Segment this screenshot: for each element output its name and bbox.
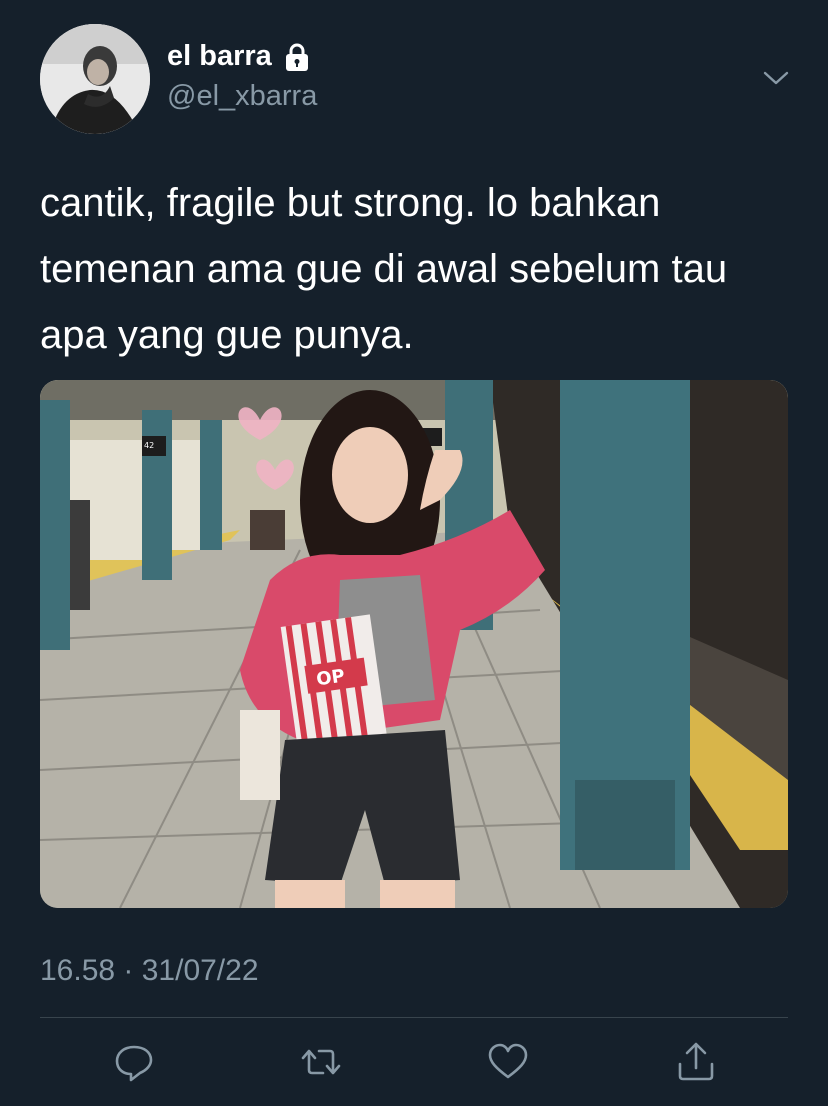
timestamp[interactable]: 16.58 · 31/07/22	[40, 954, 259, 988]
heart-icon	[488, 1043, 528, 1079]
like-button[interactable]	[486, 1040, 530, 1084]
subway-photo: 42 OP	[40, 380, 788, 908]
tweet: el barra @el_xbarra cantik, fragile but …	[0, 0, 828, 1106]
share-icon	[678, 1042, 714, 1081]
name-row: el barra	[167, 40, 312, 73]
retweet-button[interactable]	[299, 1040, 343, 1084]
share-button[interactable]	[674, 1040, 718, 1084]
avatar-image	[40, 24, 150, 134]
chevron-down-icon[interactable]	[762, 64, 790, 92]
tweet-text: cantik, fragile but strong. lo bahkan te…	[40, 181, 728, 357]
popcorn-box-text: OP	[315, 666, 346, 691]
tweet-media[interactable]: 42 OP	[40, 380, 788, 908]
divider	[40, 1017, 788, 1018]
lock-icon	[282, 42, 312, 72]
user-handle[interactable]: @el_xbarra	[167, 80, 317, 113]
display-name[interactable]: el barra	[167, 40, 272, 73]
reply-button[interactable]	[112, 1040, 156, 1084]
retweet-icon	[301, 1049, 341, 1075]
avatar[interactable]	[40, 24, 150, 134]
station-sign: 42	[144, 441, 154, 450]
reply-icon	[115, 1045, 153, 1082]
